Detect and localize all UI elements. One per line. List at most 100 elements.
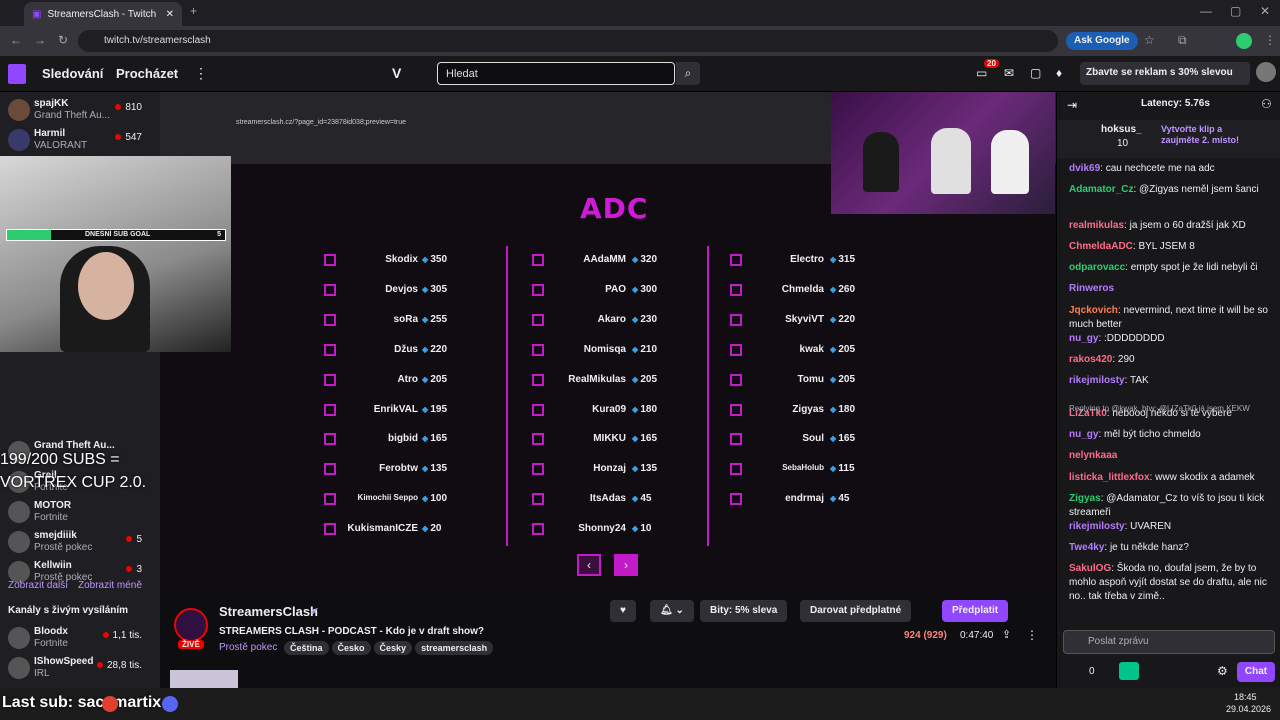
browser-tab[interactable]: ▣ StreamersClash - Twitch ✕ [24, 2, 182, 26]
browser-menu-icon[interactable]: ⋮ [1264, 33, 1276, 47]
overlay-line: 199/200 SUBS = [0, 451, 120, 468]
chat-icon[interactable]: ▢ [1030, 66, 1041, 80]
person [991, 130, 1029, 194]
profile-avatar[interactable] [1236, 33, 1252, 49]
search-input[interactable]: Hledat [437, 62, 675, 85]
latency-text: Latency: 5.76s [1141, 98, 1210, 109]
channel-game: VALORANT [34, 140, 88, 151]
channel-game: Prostě pokec [34, 542, 93, 553]
pinned-user: hoksus_ [1101, 124, 1142, 135]
user-avatar[interactable] [1256, 62, 1276, 82]
crown-icon[interactable]: ♦ [1056, 66, 1062, 80]
category-link[interactable]: Prostě pokec [219, 642, 277, 653]
users-icon[interactable]: ⚇ [1261, 97, 1272, 111]
chat-text: : TAK [1124, 375, 1149, 386]
chat-username[interactable]: ChmeldaADC [1069, 241, 1133, 252]
follow-button[interactable]: ♥ [610, 600, 636, 622]
gift-sub-button[interactable]: Darovat předplatné [800, 600, 912, 622]
next-page-button[interactable]: › [614, 554, 638, 576]
player-row: Chmelda 260 [160, 280, 1056, 300]
more-icon[interactable]: ⋮ [194, 65, 208, 82]
inbox-icon[interactable]: ▭ [976, 66, 987, 80]
ask-google-button[interactable]: Ask Google [1066, 32, 1138, 50]
sidebar-channel[interactable]: MOTOR Fortnite [4, 498, 152, 528]
twitch-logo-icon[interactable] [8, 64, 26, 84]
subscribe-button[interactable]: Předplatit [942, 600, 1009, 622]
forward-icon[interactable]: → [34, 33, 46, 47]
chat-username[interactable]: nelynkaaa [1069, 450, 1117, 461]
chat-username[interactable]: rikejmilosty [1069, 521, 1125, 532]
chat-message: ChmeldaADC: BYL JSEM 8 [1069, 240, 1273, 254]
chat-username[interactable]: realmikulas [1069, 220, 1124, 231]
reload-icon[interactable]: ↻ [58, 33, 68, 47]
chat-username[interactable]: listicka_littlexfox [1069, 472, 1150, 483]
sidebar-channel[interactable]: IShowSpeed IRL 28,8 tis. [4, 654, 152, 684]
maximize-icon[interactable]: ▢ [1230, 4, 1241, 18]
bits-button[interactable]: Bity: 5% sleva [700, 600, 788, 622]
stream-tag[interactable]: streamersclash [415, 641, 494, 655]
sidebar-channel[interactable]: spajKK Grand Theft Au... 810 [4, 96, 152, 126]
sidebar-channel[interactable]: Bloodx Fortnite 1,1 tis. [4, 624, 152, 654]
extensions-icon[interactable]: ⧉ [1178, 33, 1187, 48]
chat-username[interactable]: odparovacc [1069, 262, 1125, 273]
notify-button[interactable]: 🔔︎ ⌄ [650, 600, 694, 622]
minimize-icon[interactable]: — [1200, 4, 1212, 18]
stream-tag[interactable]: Čeština [284, 641, 329, 655]
discord-icon[interactable] [162, 696, 178, 712]
taskbar: Last sub: sac_martix 18:45 29.04.2026 [0, 688, 1280, 720]
settings-icon[interactable]: ⚙ [1217, 664, 1228, 678]
player-row: SebaHolub 115 [160, 459, 1056, 479]
chat-username[interactable]: rikejmilosty [1069, 375, 1125, 386]
stream-info: ŽIVĚ StreamersClash ✔ STREAMERS CLASH - … [160, 596, 1056, 688]
back-icon[interactable]: ← [10, 33, 22, 47]
chat-username[interactable]: Rinweros [1069, 283, 1114, 294]
close-tab-icon[interactable]: ✕ [166, 9, 174, 20]
close-window-icon[interactable]: ✕ [1260, 4, 1270, 18]
reply-note: Replying to @kwak_btw: @LIZaTk0 já jsem … [1069, 404, 1250, 413]
bookmark-star-icon[interactable]: ☆ [1144, 33, 1155, 47]
stream-tag[interactable]: Česko [331, 641, 371, 655]
chat-username[interactable]: Jqckovich [1069, 305, 1118, 316]
pinned-banner[interactable]: hoksus_ 10 Vytvořte klip a zaujměte 2. m… [1057, 120, 1280, 158]
prev-page-button[interactable]: ‹ [577, 554, 601, 576]
more-options-icon[interactable]: ⋮ [1026, 628, 1038, 642]
show-more-link[interactable]: Zobrazit další [8, 580, 68, 591]
chat-username[interactable]: Twe4ky [1069, 542, 1104, 553]
channel-name: Bloodx [34, 626, 68, 637]
show-less-link[interactable]: Zobrazit méně [78, 580, 142, 591]
promo-button[interactable]: Zbavte se reklam s 30% slevou [1080, 62, 1250, 85]
url-field[interactable]: twitch.tv/streamersclash [78, 30, 1058, 52]
chat-username[interactable]: rakos420 [1069, 354, 1112, 365]
sub-goal-fill [7, 230, 51, 240]
tab-title: StreamersClash - Twitch [47, 8, 157, 20]
chat-username[interactable]: nu_gy [1069, 333, 1098, 344]
chat-username[interactable]: Adamator_Cz [1069, 184, 1133, 195]
chat-input[interactable]: Poslat zprávu [1063, 630, 1275, 654]
chat-send-button[interactable]: Chat [1237, 662, 1275, 682]
chat-username[interactable]: Zigyas [1069, 493, 1101, 504]
chrome-icon[interactable] [102, 696, 118, 712]
player-row: Shonny24 10 [160, 519, 1056, 539]
chat-message: rikejmilosty: UVAREN [1069, 520, 1273, 534]
collapse-chat-icon[interactable]: ⇥ [1067, 98, 1077, 112]
video-player[interactable]: streamersclash.cz/?page_id=23878id038;pr… [160, 92, 1056, 596]
chat-message: rikejmilosty: TAK [1069, 374, 1273, 388]
viewer-count: 5 [126, 534, 142, 545]
chat-username[interactable]: SakulOG [1069, 563, 1111, 574]
channel-avatar[interactable] [174, 608, 208, 642]
sidebar-channel[interactable]: Harmil VALORANT 547 [4, 126, 152, 156]
whispers-icon[interactable]: ✉ [1004, 66, 1014, 80]
share-icon[interactable]: ⇪ [1002, 628, 1011, 641]
sidebar-channel[interactable]: smejdiiik Prostě pokec 5 [4, 528, 152, 558]
nav-browse[interactable]: Procházet [116, 66, 178, 81]
new-tab-icon[interactable]: + [190, 4, 197, 18]
chat-username[interactable]: dvik69 [1069, 163, 1100, 174]
points-icon[interactable] [1119, 662, 1139, 680]
search-icon[interactable]: ⌕ [676, 62, 700, 85]
viewer-count: 924 (929) [904, 630, 947, 641]
channel-name[interactable]: StreamersClash [219, 604, 318, 619]
channel-avatar [8, 129, 30, 151]
nav-following[interactable]: Sledování [42, 66, 103, 81]
chat-username[interactable]: nu_gy [1069, 429, 1098, 440]
stream-tag[interactable]: Česky [373, 641, 413, 655]
